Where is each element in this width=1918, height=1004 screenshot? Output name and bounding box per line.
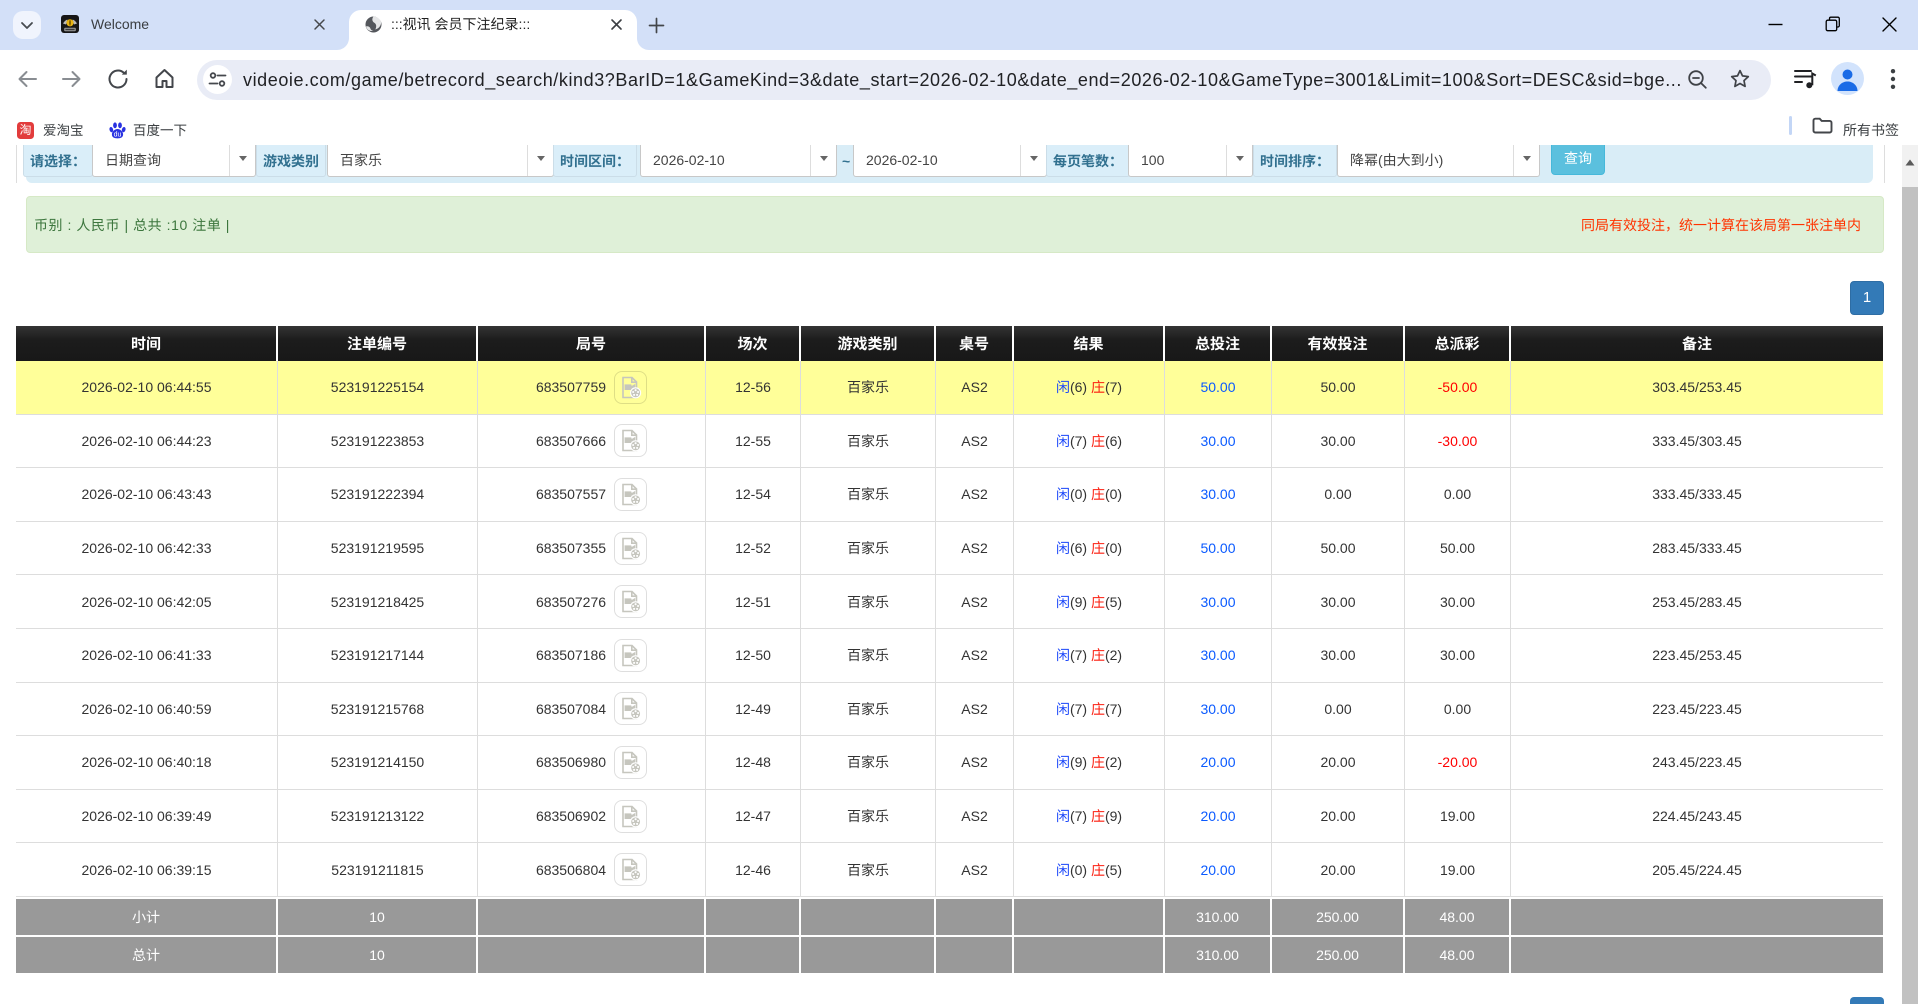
svg-text:du: du: [114, 132, 122, 139]
